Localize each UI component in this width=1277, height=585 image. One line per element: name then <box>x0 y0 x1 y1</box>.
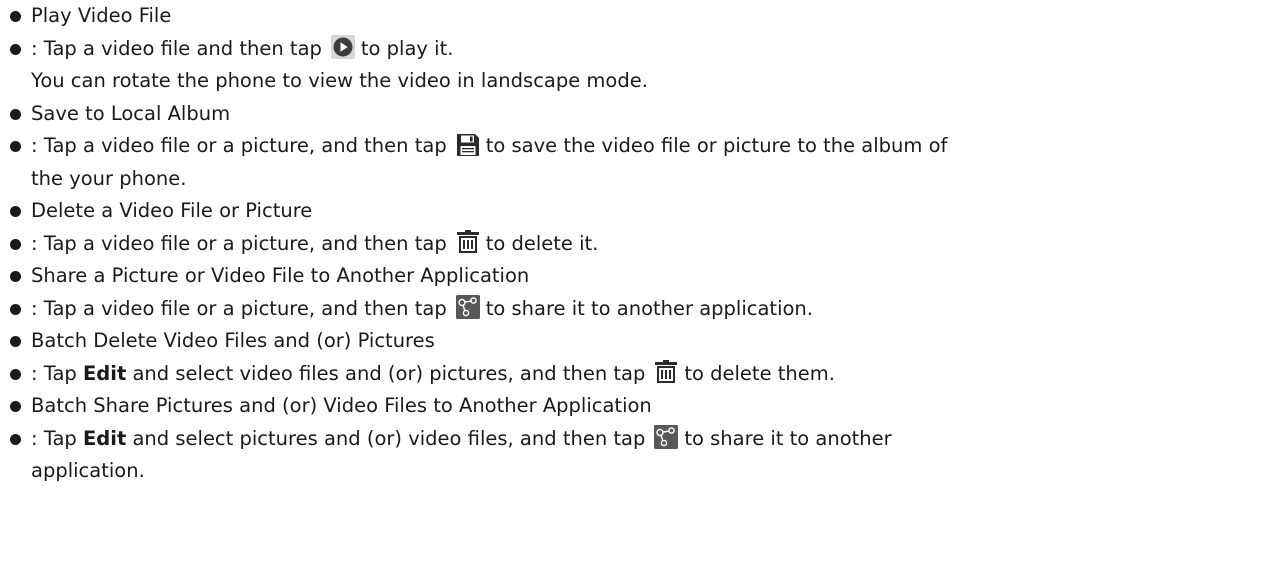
heading-text: Delete a Video File or Picture <box>31 199 313 222</box>
edit-label: Edit <box>82 361 127 385</box>
description-text: to play it. <box>360 36 454 60</box>
play-icon <box>330 35 355 59</box>
heading-text: Play Video File <box>31 4 172 27</box>
bullet-dot <box>10 108 21 120</box>
description-text: the your phone. <box>31 166 187 190</box>
description-text: : Tap a video file or a picture, and the… <box>31 231 447 255</box>
bullet-dot <box>10 401 21 412</box>
description-text: You can rotate the phone to view the vid… <box>31 69 648 92</box>
description-text: : Tap a video file or a picture, and the… <box>31 134 447 157</box>
description-text: : Tap a video file or a picture, and the… <box>31 296 447 320</box>
save-icon <box>456 133 480 157</box>
bullet-dot <box>10 238 21 250</box>
description-text: and select video files and (or) pictures… <box>126 361 646 385</box>
edit-label: Edit <box>82 426 127 450</box>
bullet-dot <box>10 206 21 217</box>
heading-text: Save to Local Album <box>31 101 231 125</box>
bullet-dot <box>10 11 21 22</box>
share-icon <box>455 295 480 319</box>
bullet-dot <box>10 368 21 380</box>
description-text: to save the video file or picture to the… <box>485 134 948 157</box>
bullet-dot <box>10 303 21 315</box>
description-text: : Tap a video file and then tap <box>31 36 322 60</box>
description-text: : Tap <box>31 361 83 385</box>
bullet-dot <box>10 43 21 55</box>
trash-icon <box>456 230 480 254</box>
trash-icon <box>654 360 678 384</box>
bullet-dot <box>10 433 21 445</box>
description-text: application. <box>31 459 145 482</box>
description-text: and select pictures and (or) video files… <box>126 426 646 450</box>
bullet-dot <box>10 141 21 152</box>
heading-text: Batch Share Pictures and (or) Video File… <box>31 394 652 417</box>
description-text: to delete it. <box>485 231 599 255</box>
heading-text: Batch Delete Video Files and (or) Pictur… <box>31 329 435 352</box>
description-text: : Tap <box>31 426 83 450</box>
share-icon <box>654 425 679 449</box>
description-text: to share it to another <box>684 426 892 450</box>
heading-text: Share a Picture or Video File to Another… <box>31 264 530 287</box>
bullet-dot <box>10 336 21 347</box>
description-text: to delete them. <box>684 361 835 385</box>
instruction-document: Play Video File : Tap a video file and t… <box>0 0 1277 585</box>
description-text: to share it to another application. <box>485 296 813 320</box>
bullet-dot <box>10 271 21 282</box>
